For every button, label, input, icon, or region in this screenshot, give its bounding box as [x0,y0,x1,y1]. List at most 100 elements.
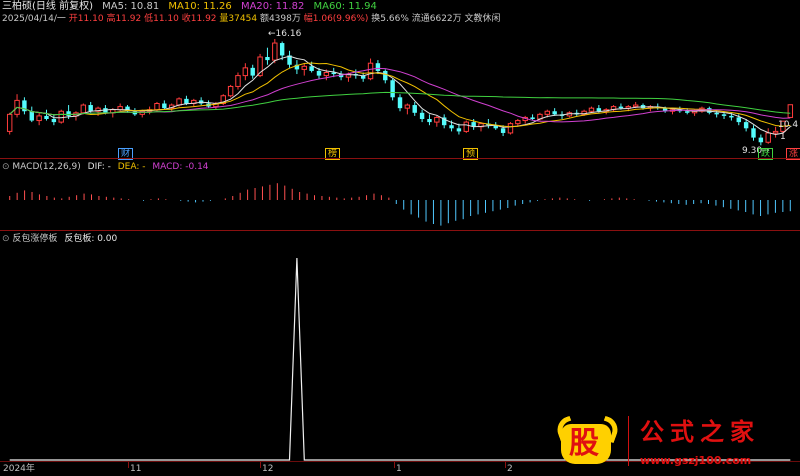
candle-body [51,119,57,123]
candle-body [530,117,535,119]
axis-tick [260,462,261,468]
indicator-value: 反包板: 0.00 [64,234,118,244]
candle-body [309,66,314,71]
change-value: 1.06(9.96%) [312,14,369,24]
logo-char: 股 [569,426,599,461]
stock-name: 三柏硕(日线 前复权) [2,1,93,12]
macd-title: MACD(12,26,9) [12,162,81,172]
candle-body [279,43,285,56]
candlestick-series [6,39,794,146]
candle-body [463,121,469,132]
candle-body [6,113,13,132]
arrow-icon: ← [268,29,276,39]
candle-body [758,137,764,143]
time-axis-label: 12 [262,464,274,474]
candle-body [721,114,727,116]
macd-dif: DIF: - [87,162,111,172]
axis-tick [128,462,129,468]
collapse-icon[interactable]: ⊙ [2,234,10,244]
candle-body [685,111,690,113]
watermark-title: 公式之家 [640,418,760,446]
candle-body [736,117,741,123]
watermark-logo: 股 [553,415,622,468]
candle-body [588,107,595,112]
close-value: 11.92 [190,14,217,24]
quote-date: 2025/04/14/一 [2,14,66,24]
candle-body [272,42,278,61]
panel-divider[interactable] [0,158,800,159]
candle-body [544,110,550,115]
candle-body [250,67,255,76]
candle-body [397,97,403,109]
candle-body [743,122,749,129]
axis-tick [394,462,395,468]
candle-body [58,110,64,123]
candle-body [323,72,330,77]
high-value: 11.92 [115,14,142,24]
right-price-label-2: 1 [780,132,786,142]
candle-body [242,67,249,77]
candle-body [404,104,411,109]
panel-divider[interactable] [0,230,800,231]
candle-body [419,112,425,119]
candle-body [772,130,779,134]
watermark-char: 之 [700,417,724,446]
candle-body [596,108,602,112]
open-value: 11.10 [77,14,104,24]
change-label: 幅 [303,14,313,24]
volume-value: 37454 [228,14,258,24]
candle-body [434,116,440,123]
ma5-label: MA5: 10.81 [102,1,160,12]
candle-body [88,105,93,112]
candle-body [29,111,34,121]
macd-header: ⊙ MACD(12,26,9) DIF: - DEA: - MACD: -0.1… [2,161,209,173]
candle-body [751,128,756,138]
candle-body [507,123,514,134]
indicator-title: 反包涨停板 [12,234,58,244]
candle-body [412,105,417,113]
candle-body [500,128,506,133]
collapse-icon[interactable]: ⊙ [2,162,10,172]
candle-body [375,63,381,71]
ma60-label: MA60: 11.94 [313,1,377,12]
time-axis-label: 1 [396,464,402,474]
candle-body [184,98,189,104]
industry-tag: 文教休闲 [464,14,501,24]
main-panel-header: 三柏硕(日线 前复权) MA5: 10.81 MA10: 11.26 MA20:… [2,1,377,13]
watermark-url: www.gszj100.com [640,454,752,467]
chart-canvas[interactable] [0,0,800,476]
candle-body [44,115,49,119]
candle-body [176,98,182,106]
candle-body [515,120,521,125]
watermark-char: 式 [670,417,694,446]
high-price-annotation: ←16.16 [268,28,301,40]
macd-dea: DEA: - [117,162,146,172]
candle-body [383,70,388,81]
float-shares: 流通6622万 [411,14,462,24]
low-label: 低 [144,14,154,24]
candle-body [235,75,241,87]
watermark-char: 家 [730,417,754,446]
candle-body [66,111,71,116]
candle-body [36,115,42,122]
low-value: 11.10 [153,14,179,24]
candle-body [449,125,454,129]
candle-body [316,70,322,76]
time-axis-label: 11 [130,464,142,474]
candle-body [162,103,167,109]
candle-body [618,106,624,109]
candle-body [390,80,395,98]
indicator-header: ⊙ 反包涨停板 反包板: 0.00 [2,233,117,245]
right-price-label-1: 10.4 [778,120,799,130]
candle-body [714,112,719,115]
ma10-label: MA10: 11.26 [168,1,232,12]
watermark-divider [628,416,629,466]
candle-body [552,111,557,115]
open-label: 开 [68,14,78,24]
candle-body [427,119,432,123]
ma20-label: MA20: 11.82 [240,1,305,12]
amount-label: 额 [259,14,269,24]
high-price-text: 16.16 [275,29,302,39]
candle-body [227,85,234,97]
close-label: 收 [181,14,191,24]
